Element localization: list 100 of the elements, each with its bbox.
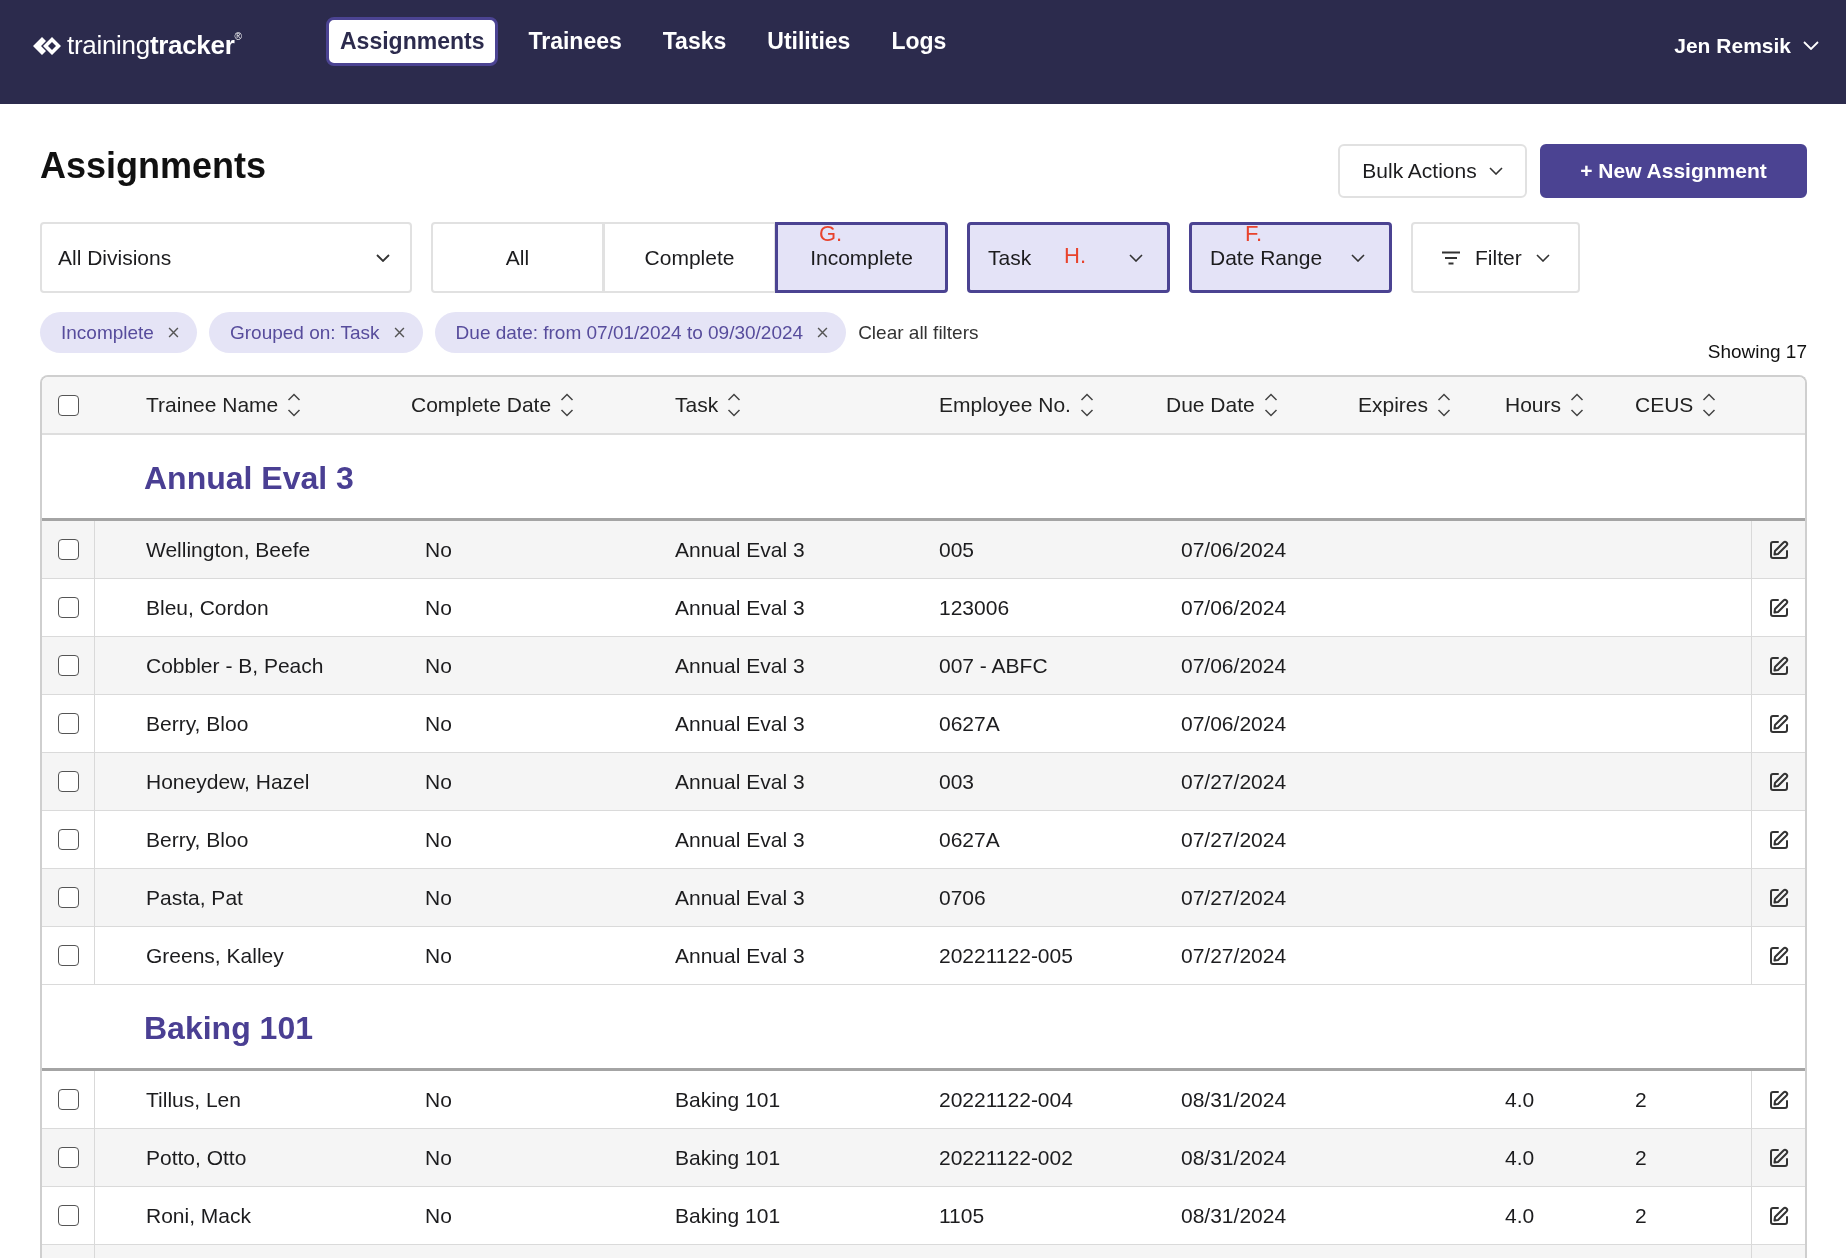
close-icon[interactable]	[393, 327, 405, 338]
table-cell: 0627A	[939, 827, 1000, 852]
filter-chip[interactable]: Due date: from 07/01/2024 to 09/30/2024	[434, 312, 847, 353]
table-cell: 4.0	[1505, 1145, 1535, 1170]
table-cell: 07/27/2024	[1181, 827, 1287, 852]
table-cell: 123006	[939, 595, 1010, 620]
sort-icon	[1570, 392, 1585, 418]
column-header[interactable]: Hours	[1505, 392, 1585, 418]
column-header[interactable]: Expires	[1358, 392, 1452, 418]
annotation-label: F.	[1245, 223, 1263, 245]
row-checkbox[interactable]	[57, 945, 79, 966]
row-checkbox[interactable]	[57, 1147, 79, 1168]
clear-filters-link[interactable]: Clear all filters	[858, 321, 979, 344]
sort-icon	[1437, 392, 1452, 418]
status-tab[interactable]: Complete	[603, 222, 776, 293]
table-cell: 07/06/2024	[1181, 595, 1287, 620]
table-cell: 20221122-002	[939, 1145, 1073, 1170]
table-cell: No	[425, 827, 452, 852]
column-header[interactable]: CEUS	[1635, 392, 1717, 418]
group-title: Annual Eval 3	[144, 460, 354, 497]
status-tab[interactable]: All	[431, 222, 604, 293]
add-button[interactable]: + New Assignment	[1540, 144, 1807, 198]
table-cell: Bleu, Cordon	[146, 595, 269, 620]
row-checkbox[interactable]	[57, 771, 79, 792]
filter-chip[interactable]: Grouped on: Task	[208, 312, 423, 353]
table-cell: No	[425, 769, 452, 794]
table-cell: 20221122-004	[939, 1087, 1073, 1112]
filter-button[interactable]: Filter	[1411, 222, 1580, 293]
table-cell: 08/31/2024	[1181, 1203, 1287, 1228]
annotation-label: H.	[1064, 245, 1086, 267]
table-cell: No	[425, 711, 452, 736]
table-cell: 07/27/2024	[1181, 769, 1287, 794]
sort-icon	[1702, 392, 1717, 418]
logo-wordmark[interactable]: trainingtracker$^{®}$	[67, 30, 242, 61]
table-cell: 2	[1635, 1087, 1647, 1112]
sort-icon	[727, 392, 742, 418]
chevron-down-icon	[376, 253, 390, 262]
column-header[interactable]: Complete Date	[411, 392, 575, 418]
column-header[interactable]: Trainee Name	[146, 392, 302, 418]
sort-icon	[1079, 392, 1094, 418]
table-cell: 1105	[939, 1203, 985, 1228]
row-checkbox[interactable]	[57, 713, 79, 734]
table-cell: Roni, Mack	[146, 1203, 252, 1228]
table-cell: 08/31/2024	[1181, 1145, 1287, 1170]
table-cell: Tillus, Len	[146, 1087, 241, 1112]
select-all-checkbox[interactable]	[58, 394, 79, 416]
nav-tab[interactable]: Tasks	[651, 20, 738, 63]
table-cell: No	[425, 885, 452, 910]
division-dropdown[interactable]: All Divisions	[40, 222, 412, 293]
user-menu[interactable]: Jen Remsik	[1674, 24, 1819, 67]
nav-tab[interactable]: Utilities	[756, 20, 862, 63]
table-cell: 08/31/2024	[1181, 1087, 1287, 1112]
table-cell: Greens, Kalley	[146, 943, 284, 968]
table-cell: Annual Eval 3	[675, 653, 805, 678]
table-cell: Cobbler - B, Peach	[146, 653, 324, 678]
close-icon[interactable]	[167, 327, 179, 338]
table-cell: No	[425, 537, 452, 562]
nav-tab[interactable]: Assignments	[326, 17, 499, 66]
table-cell: Annual Eval 3	[675, 885, 805, 910]
chevron-down-icon	[1129, 253, 1143, 262]
table-cell: Pasta, Pat	[146, 885, 243, 910]
chevron-down-icon	[1535, 253, 1550, 262]
table-cell: Berry, Bloo	[146, 827, 249, 852]
table-cell: No	[425, 1087, 452, 1112]
table-cell: Annual Eval 3	[675, 595, 805, 620]
row-checkbox[interactable]	[57, 597, 79, 618]
table-cell: 4.0	[1505, 1203, 1535, 1228]
logo-icon[interactable]	[33, 34, 63, 57]
table-cell: Baking 101	[675, 1145, 781, 1170]
table-cell: Annual Eval 3	[675, 711, 805, 736]
table-cell: No	[425, 943, 452, 968]
table-cell: 007 - ABFC	[939, 653, 1048, 678]
table-cell: Potto, Otto	[146, 1145, 247, 1170]
row-checkbox[interactable]	[57, 1089, 79, 1110]
nav-tab[interactable]: Logs	[880, 20, 958, 63]
column-header[interactable]: Employee No.	[939, 392, 1094, 418]
filter-chip[interactable]: Incomplete	[40, 312, 197, 353]
table-cell: 0627A	[939, 711, 1000, 736]
table-cell: Baking 101	[675, 1203, 781, 1228]
table-cell: Annual Eval 3	[675, 943, 805, 968]
table-cell: 07/06/2024	[1181, 711, 1287, 736]
page-title: Assignments	[40, 145, 267, 187]
column-header[interactable]: Task	[675, 392, 742, 418]
table-cell: Annual Eval 3	[675, 827, 805, 852]
table-cell: Baking 101	[675, 1087, 781, 1112]
row-checkbox[interactable]	[57, 887, 79, 908]
column-header[interactable]: Due Date	[1166, 392, 1278, 418]
table-cell: 0706	[939, 885, 986, 910]
close-icon[interactable]	[817, 327, 829, 338]
dropdown-button[interactable]: Bulk Actions	[1338, 144, 1527, 198]
row-checkbox[interactable]	[57, 829, 79, 850]
row-checkbox[interactable]	[57, 1205, 79, 1226]
nav-tab[interactable]: Trainees	[517, 20, 633, 63]
table-cell: 2	[1635, 1203, 1647, 1228]
table-cell: 07/27/2024	[1181, 943, 1287, 968]
group-title: Baking 101	[144, 1010, 313, 1047]
table-cell: Annual Eval 3	[675, 769, 805, 794]
row-checkbox[interactable]	[57, 655, 79, 676]
row-checkbox[interactable]	[57, 539, 79, 560]
table-cell: No	[425, 653, 452, 678]
